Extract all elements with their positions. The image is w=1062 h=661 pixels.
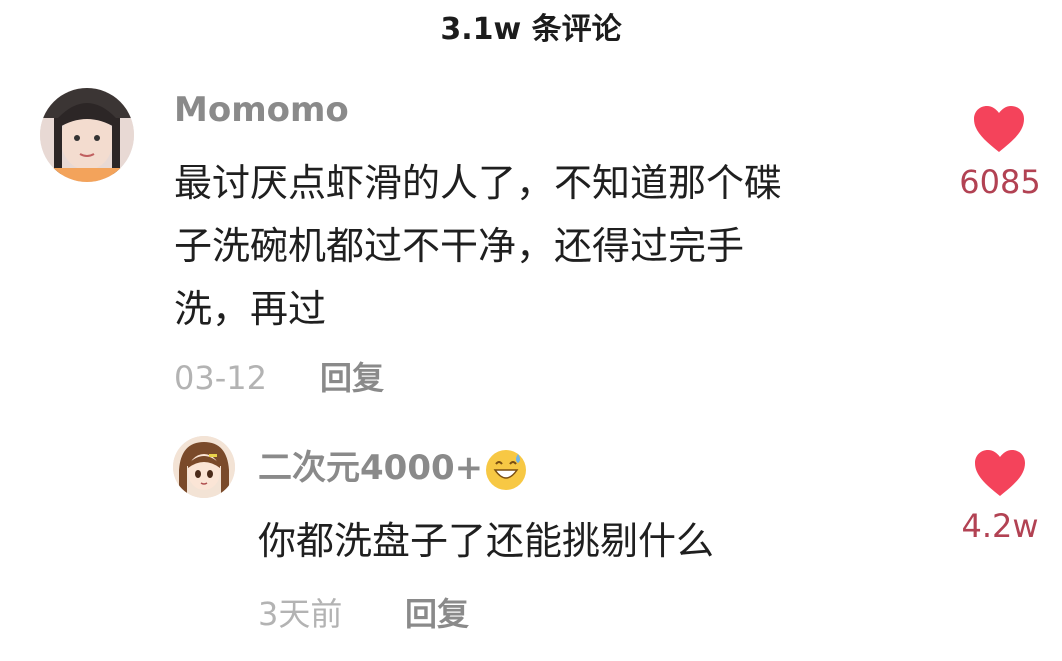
user-avatar[interactable] [173,436,235,498]
comment-text-line: 最讨厌点虾滑的人了，不知道那个碟 [174,161,783,205]
reply-button[interactable]: 回复 [405,594,469,634]
comment-date: 03-12 [174,359,267,397]
comment-username[interactable]: Momomo [174,88,349,132]
comment-text-line: 子洗碗机都过不干净，还得过完手 [174,224,745,268]
comment-text: 最讨厌点虾滑的人了，不知道那个碟 子洗碗机都过不干净，还得过完手 洗，再过 [174,152,914,341]
user-avatar[interactable] [40,88,134,182]
comment-text-line: 洗，再过 [174,287,327,331]
reply-button[interactable]: 回复 [320,358,384,398]
reply-username[interactable]: 二次元4000+ [258,446,483,490]
like-count: 6085 [959,163,1041,201]
heart-icon[interactable] [972,104,1026,154]
heart-icon[interactable] [973,448,1027,498]
comment-count-title: 3.1w 条评论 [440,12,622,47]
grinning-sweat-emoji-icon [486,450,526,490]
user-avatar-photo-icon [40,88,134,182]
reply-date: 3天前 [258,595,343,633]
like-count: 4.2w [961,507,1039,545]
anime-avatar-icon [173,436,235,498]
reply-text: 你都洗盘子了还能挑剔什么 [258,519,715,563]
comments-panel: 3.1w 条评论 Momomo 最讨厌点虾滑的人了，不知道那个碟 子洗碗机都过不… [0,0,1062,661]
